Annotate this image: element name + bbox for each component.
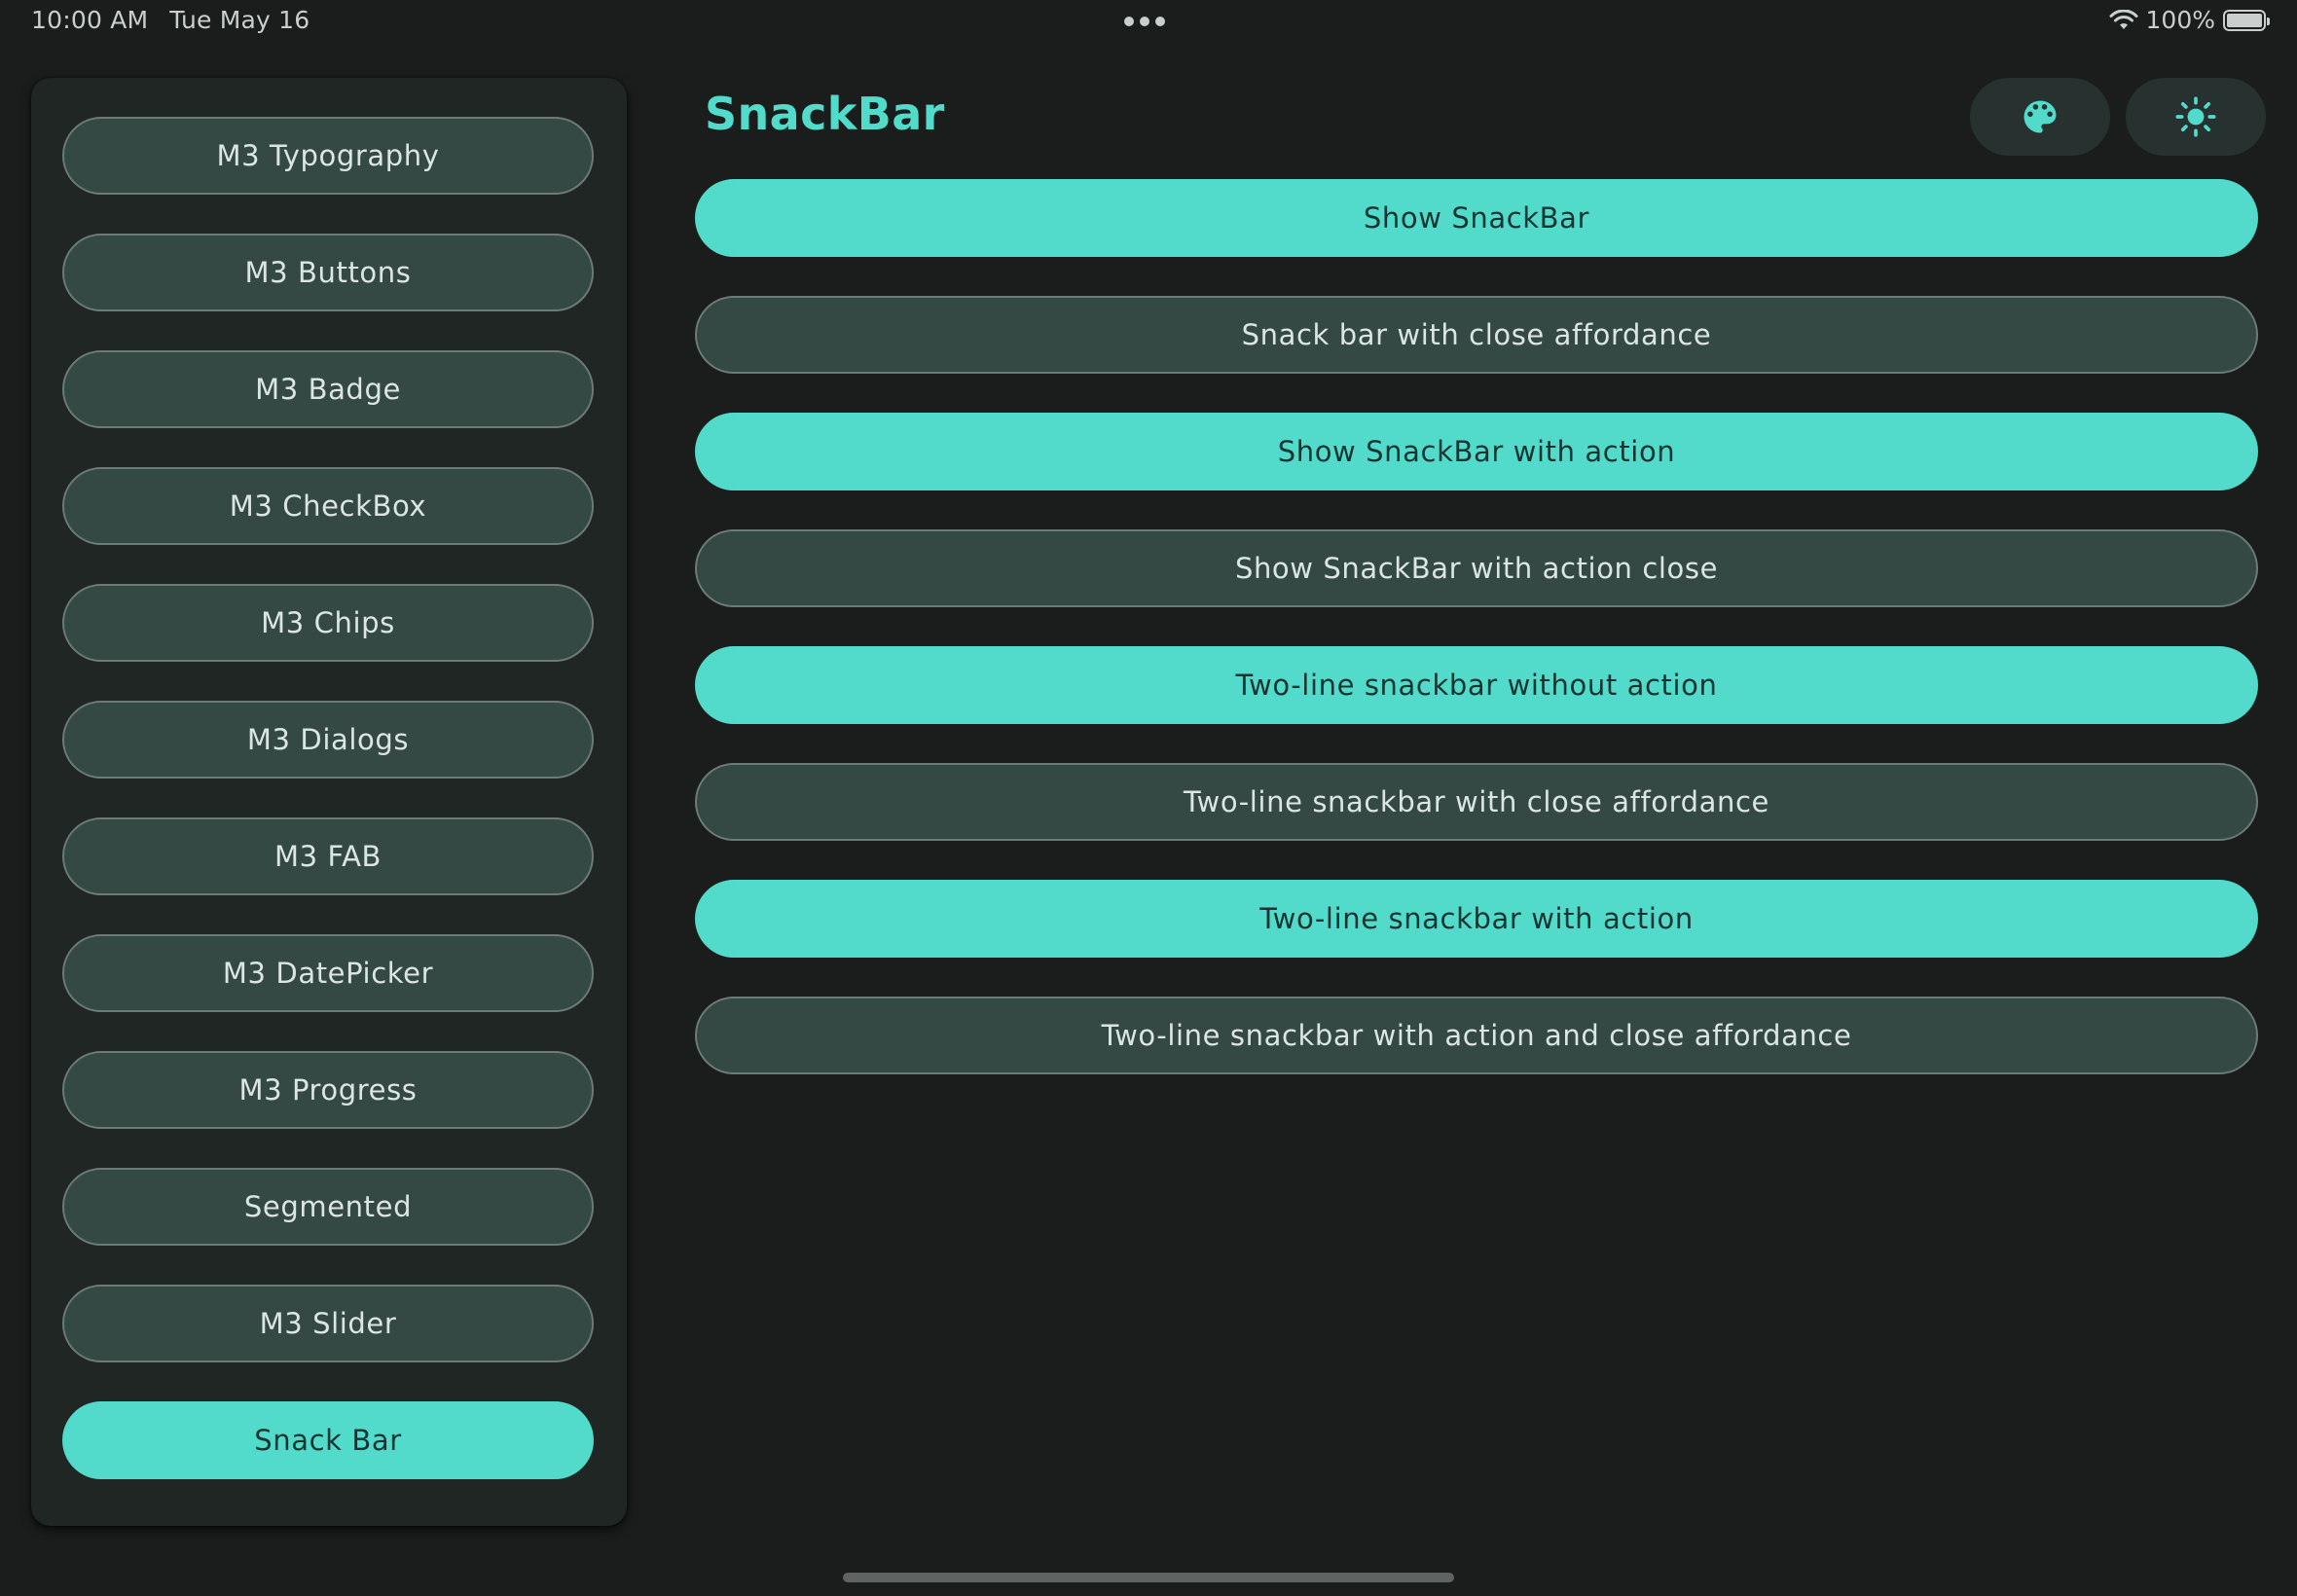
home-indicator[interactable] bbox=[843, 1573, 1454, 1582]
battery-percent: 100% bbox=[2145, 6, 2215, 34]
status-bar: 10:00 AM Tue May 16 100% bbox=[0, 0, 2297, 47]
snackbar-close-affordance-button[interactable]: Snack bar with close affordance bbox=[695, 296, 2258, 374]
show-snackbar-action-close-button[interactable]: Show SnackBar with action close bbox=[695, 529, 2258, 607]
two-line-snackbar-action-close-button[interactable]: Two-line snackbar with action and close … bbox=[695, 997, 2258, 1074]
sidebar-item-snack-bar[interactable]: Snack Bar bbox=[62, 1401, 594, 1479]
two-line-snackbar-action-button[interactable]: Two-line snackbar with action bbox=[695, 880, 2258, 958]
sidebar-item-segmented[interactable]: Segmented bbox=[62, 1168, 594, 1246]
sidebar-item-m3-checkbox[interactable]: M3 CheckBox bbox=[62, 467, 594, 545]
sidebar-item-m3-dialogs[interactable]: M3 Dialogs bbox=[62, 701, 594, 779]
sidebar-item-m3-datepicker[interactable]: M3 DatePicker bbox=[62, 934, 594, 1012]
battery-icon bbox=[2223, 9, 2270, 31]
two-line-snackbar-close-button[interactable]: Two-line snackbar with close affordance bbox=[695, 763, 2258, 841]
sidebar: M3 Typography M3 Buttons M3 Badge M3 Che… bbox=[31, 78, 627, 1526]
show-snackbar-action-button[interactable]: Show SnackBar with action bbox=[695, 413, 2258, 490]
status-time: 10:00 AM bbox=[31, 6, 149, 34]
page-title: SnackBar bbox=[705, 88, 945, 140]
status-time-date: 10:00 AM Tue May 16 bbox=[31, 6, 310, 34]
sidebar-item-m3-typography[interactable]: M3 Typography bbox=[62, 117, 594, 195]
sidebar-item-m3-chips[interactable]: M3 Chips bbox=[62, 584, 594, 662]
sidebar-item-m3-fab[interactable]: M3 FAB bbox=[62, 817, 594, 895]
sidebar-item-m3-badge[interactable]: M3 Badge bbox=[62, 350, 594, 428]
status-indicators: 100% bbox=[2109, 6, 2270, 34]
palette-button[interactable] bbox=[1970, 78, 2110, 156]
two-line-snackbar-no-action-button[interactable]: Two-line snackbar without action bbox=[695, 646, 2258, 724]
sidebar-item-m3-buttons[interactable]: M3 Buttons bbox=[62, 234, 594, 311]
wifi-icon bbox=[2109, 9, 2138, 29]
status-date: Tue May 16 bbox=[169, 6, 310, 34]
sidebar-item-m3-progress[interactable]: M3 Progress bbox=[62, 1051, 594, 1129]
palette-icon bbox=[2024, 100, 2057, 133]
multitasking-dots-icon[interactable] bbox=[1124, 17, 1165, 26]
theme-toggle-button[interactable] bbox=[2126, 78, 2266, 156]
brightness-icon bbox=[2175, 96, 2216, 137]
sidebar-item-m3-slider[interactable]: M3 Slider bbox=[62, 1285, 594, 1362]
show-snackbar-button[interactable]: Show SnackBar bbox=[695, 179, 2258, 257]
